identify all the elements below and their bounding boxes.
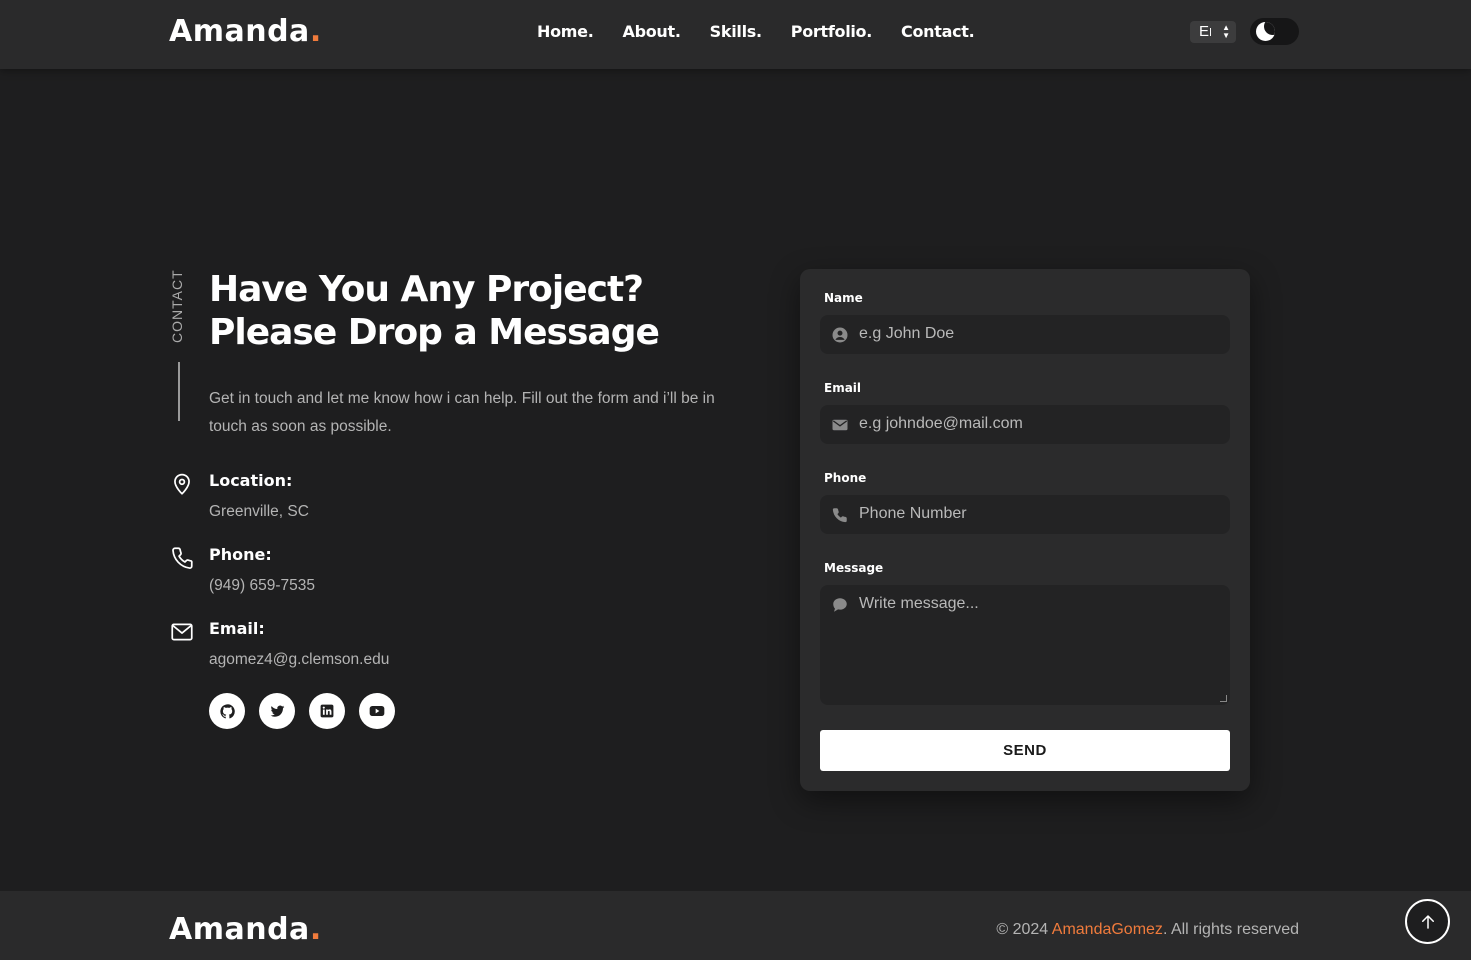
github-icon	[219, 703, 235, 718]
message-placeholder: Write message...	[859, 595, 979, 612]
github-link[interactable]	[209, 693, 245, 729]
linkedin-link[interactable]	[309, 693, 345, 729]
location-label: Location:	[209, 471, 293, 490]
email-label: Email:	[209, 619, 265, 638]
divider-line	[178, 362, 180, 421]
social-links	[209, 693, 395, 729]
contact-form: Name e.g John Doe Email e.g johndoe@mail…	[800, 269, 1250, 791]
logo[interactable]: Amanda.	[169, 14, 322, 49]
section-label: CONTACT	[169, 269, 185, 343]
message-label: Message	[824, 561, 884, 575]
moon-icon	[1256, 22, 1275, 41]
section-label-vertical: CONTACT	[169, 269, 189, 343]
phone-field-label: Phone	[824, 471, 867, 485]
footer-logo[interactable]: Amanda.	[169, 912, 322, 947]
copyright: © 2024 AmandaGomez. All rights reserved	[996, 921, 1299, 939]
phone-fill-icon	[832, 508, 847, 523]
footer-logo-dot: .	[309, 912, 322, 947]
nav-home[interactable]: Home.	[537, 22, 594, 41]
phone-field[interactable]: Phone Number	[820, 495, 1230, 534]
nav-portfolio[interactable]: Portfolio.	[791, 22, 873, 41]
site-footer: Amanda. © 2024 AmandaGomez. All rights r…	[0, 891, 1471, 960]
location-value: Greenville, SC	[209, 503, 309, 520]
scroll-to-top-button[interactable]	[1405, 899, 1450, 944]
arrow-up-icon	[1421, 914, 1434, 929]
phone-label: Phone:	[209, 545, 272, 564]
linkedin-icon	[320, 704, 334, 718]
theme-toggle[interactable]	[1250, 18, 1299, 45]
youtube-link[interactable]	[359, 693, 395, 729]
email-field[interactable]: e.g johndoe@mail.com	[820, 405, 1230, 444]
main-nav: Home. About. Skills. Portfolio. Contact.	[537, 22, 975, 41]
resize-handle[interactable]	[1220, 695, 1227, 702]
phone-icon	[172, 547, 193, 569]
email-placeholder: e.g johndoe@mail.com	[859, 415, 1023, 432]
logo-text: Amanda	[169, 14, 310, 49]
contact-intro: Get in touch and let me know how i can h…	[209, 390, 715, 435]
phone-placeholder: Phone Number	[859, 505, 967, 522]
email-value[interactable]: agomez4@g.clemson.edu	[209, 651, 389, 669]
name-label: Name	[824, 291, 863, 305]
email-field-label: Email	[824, 381, 862, 395]
mail-icon	[171, 623, 193, 641]
chat-bubble-icon	[833, 598, 847, 612]
phone-value[interactable]: (949) 659-7535	[209, 577, 315, 595]
title-line-2: Please Drop a Message	[209, 312, 660, 353]
language-select[interactable]: En ▲▼	[1190, 21, 1236, 43]
send-button[interactable]: SEND	[820, 730, 1230, 771]
name-field[interactable]: e.g John Doe	[820, 315, 1230, 354]
envelope-icon	[832, 419, 848, 431]
nav-skills[interactable]: Skills.	[710, 22, 762, 41]
twitter-icon	[270, 705, 284, 717]
language-value: En	[1199, 23, 1211, 40]
youtube-icon	[369, 706, 385, 716]
twitter-link[interactable]	[259, 693, 295, 729]
logo-dot: .	[309, 14, 322, 49]
select-arrows-icon: ▲ ▼	[1222, 23, 1230, 40]
name-placeholder: e.g John Doe	[859, 325, 955, 342]
copyright-suffix: . All rights reserved	[1162, 921, 1299, 938]
site-header: Amanda. Home. About. Skills. Portfolio. …	[0, 0, 1471, 69]
message-textarea[interactable]: Write message...	[820, 585, 1230, 705]
user-icon	[832, 327, 848, 343]
copyright-prefix: © 2024	[996, 921, 1052, 938]
contact-title: Have You Any Project? Please Drop a Mess…	[209, 268, 749, 354]
title-line-1: Have You Any Project?	[209, 269, 644, 310]
footer-logo-text: Amanda	[169, 912, 310, 947]
map-pin-icon	[174, 473, 190, 495]
copyright-name-link[interactable]: AmandaGomez	[1052, 921, 1163, 938]
nav-about[interactable]: About.	[623, 22, 681, 41]
nav-contact[interactable]: Contact.	[901, 22, 975, 41]
